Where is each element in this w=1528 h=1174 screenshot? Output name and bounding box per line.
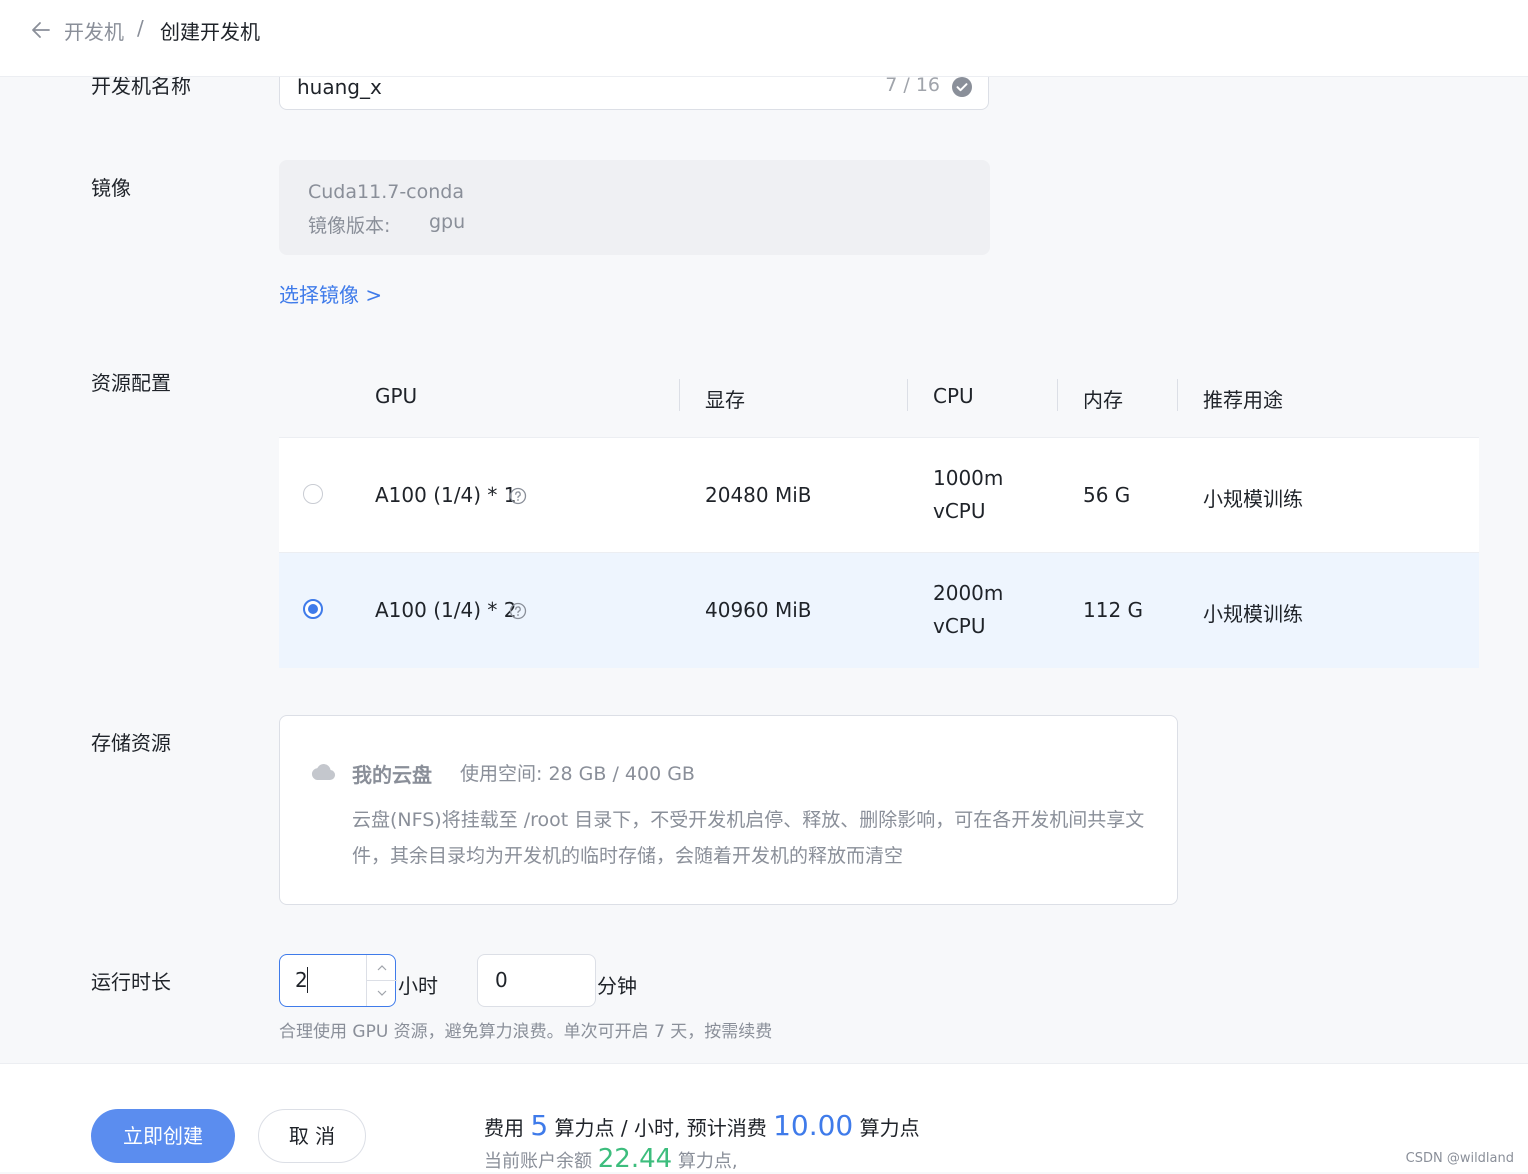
- fee-rate-unit: 算力点 / 小时, 预计消费: [554, 1116, 767, 1140]
- watermark: CSDN @wildland: [1405, 1151, 1514, 1166]
- header-divider: [1177, 379, 1178, 411]
- breadcrumb-parent[interactable]: 开发机: [64, 16, 124, 45]
- usage-cell: 小规模训练: [1203, 487, 1303, 511]
- storage-title: 我的云盘: [352, 763, 432, 787]
- header-vram: 显存: [705, 388, 745, 412]
- cpu-cell: 2000m: [933, 581, 1004, 605]
- storage-description: 云盘(NFS)将挂载至 /root 目录下，不受开发机启停、释放、删除影响，可在…: [352, 809, 1145, 867]
- resource-radio-checked[interactable]: [303, 599, 323, 619]
- table-row[interactable]: A100 (1/4) * 1 20480 MiB 1000m vCPU 56 G…: [279, 437, 1479, 553]
- footer-bar: 立即创建 取 消 费用 5 算力点 / 小时, 预计消费 10.00 算力点 当…: [0, 1063, 1528, 1174]
- balance-label: 当前账户余额: [484, 1151, 592, 1172]
- balance-unit: 算力点,: [677, 1151, 738, 1172]
- memory-cell: 112 G: [1083, 598, 1144, 622]
- minutes-input[interactable]: 0: [477, 954, 596, 1007]
- header-divider: [679, 379, 680, 411]
- chevron-up-icon[interactable]: [367, 955, 397, 981]
- gpu-cell: A100 (1/4) * 2: [375, 598, 517, 622]
- breadcrumb-current: 创建开发机: [160, 20, 260, 44]
- stepper-arrows: [366, 955, 397, 1006]
- header-memory: 内存: [1083, 388, 1123, 412]
- storage-usage: 使用空间: 28 GB / 400 GB: [460, 763, 695, 785]
- image-version-label: 镜像版本:: [308, 215, 391, 237]
- duration-hint: 合理使用 GPU 资源，避免算力浪费。单次可开启 7 天，按需续费: [279, 1022, 773, 1042]
- cloud-icon: [311, 764, 336, 781]
- hours-value: 2: [295, 968, 308, 992]
- hours-stepper[interactable]: 2: [279, 954, 397, 1007]
- table-header: GPU 显存 CPU 内存 推荐用途: [279, 354, 1479, 437]
- cpu-cell-unit: vCPU: [933, 499, 986, 523]
- top-bar: 开发机 / 创建开发机: [0, 0, 1528, 77]
- select-image-link[interactable]: 选择镜像 >: [279, 279, 382, 308]
- question-circle-icon[interactable]: [509, 487, 527, 505]
- resource-radio[interactable]: [303, 484, 323, 504]
- name-input-value: huang_x: [297, 75, 382, 99]
- resource-table: GPU 显存 CPU 内存 推荐用途 A100 (1/4) * 1 20480 …: [279, 354, 1479, 668]
- name-char-count: 7 / 16: [885, 74, 940, 96]
- image-info-box: Cuda11.7-conda 镜像版本: gpu: [279, 160, 990, 255]
- balance-value: 22.44: [597, 1144, 673, 1174]
- table-row-selected[interactable]: A100 (1/4) * 2 40960 MiB 2000m vCPU 112 …: [279, 552, 1479, 668]
- header-usage: 推荐用途: [1203, 388, 1283, 412]
- storage-card: 我的云盘 使用空间: 28 GB / 400 GB 云盘(NFS)将挂载至 /r…: [279, 715, 1178, 905]
- header-gpu: GPU: [375, 384, 418, 408]
- hours-unit: 小时: [398, 974, 438, 998]
- image-name: Cuda11.7-conda: [308, 181, 464, 203]
- gpu-cell: A100 (1/4) * 1: [375, 483, 517, 507]
- arrow-left-icon[interactable]: [29, 18, 53, 42]
- header-cpu: CPU: [933, 384, 974, 408]
- cpu-cell: 1000m: [933, 466, 1004, 490]
- create-button[interactable]: 立即创建: [91, 1109, 235, 1163]
- minutes-unit: 分钟: [597, 974, 637, 998]
- fee-total-unit: 算力点: [859, 1116, 920, 1140]
- cpu-cell-unit: vCPU: [933, 614, 986, 638]
- vram-cell: 20480 MiB: [705, 483, 812, 507]
- minutes-value: 0: [495, 968, 508, 992]
- header-divider: [1057, 379, 1058, 411]
- header-divider: [907, 379, 908, 411]
- duration-label: 运行时长: [91, 970, 171, 994]
- breadcrumb-separator: /: [137, 16, 144, 40]
- text-cursor: [307, 967, 308, 993]
- fee-rate: 5: [530, 1109, 549, 1142]
- question-circle-icon[interactable]: [509, 602, 527, 620]
- check-circle-icon: [952, 77, 972, 97]
- chevron-down-icon[interactable]: [367, 981, 397, 1006]
- memory-cell: 56 G: [1083, 483, 1131, 507]
- storage-label: 存储资源: [91, 731, 171, 755]
- image-version-value: gpu: [429, 211, 466, 233]
- vram-cell: 40960 MiB: [705, 598, 812, 622]
- image-label: 镜像: [91, 176, 131, 200]
- balance-summary: 当前账户余额 22.44 算力点,: [484, 1144, 738, 1174]
- fee-summary: 费用 5 算力点 / 小时, 预计消费 10.00 算力点: [484, 1109, 920, 1142]
- fee-total: 10.00: [773, 1109, 854, 1142]
- cancel-button[interactable]: 取 消: [258, 1109, 366, 1163]
- resource-label: 资源配置: [91, 371, 171, 395]
- usage-cell: 小规模训练: [1203, 602, 1303, 626]
- fee-label: 费用: [484, 1116, 524, 1140]
